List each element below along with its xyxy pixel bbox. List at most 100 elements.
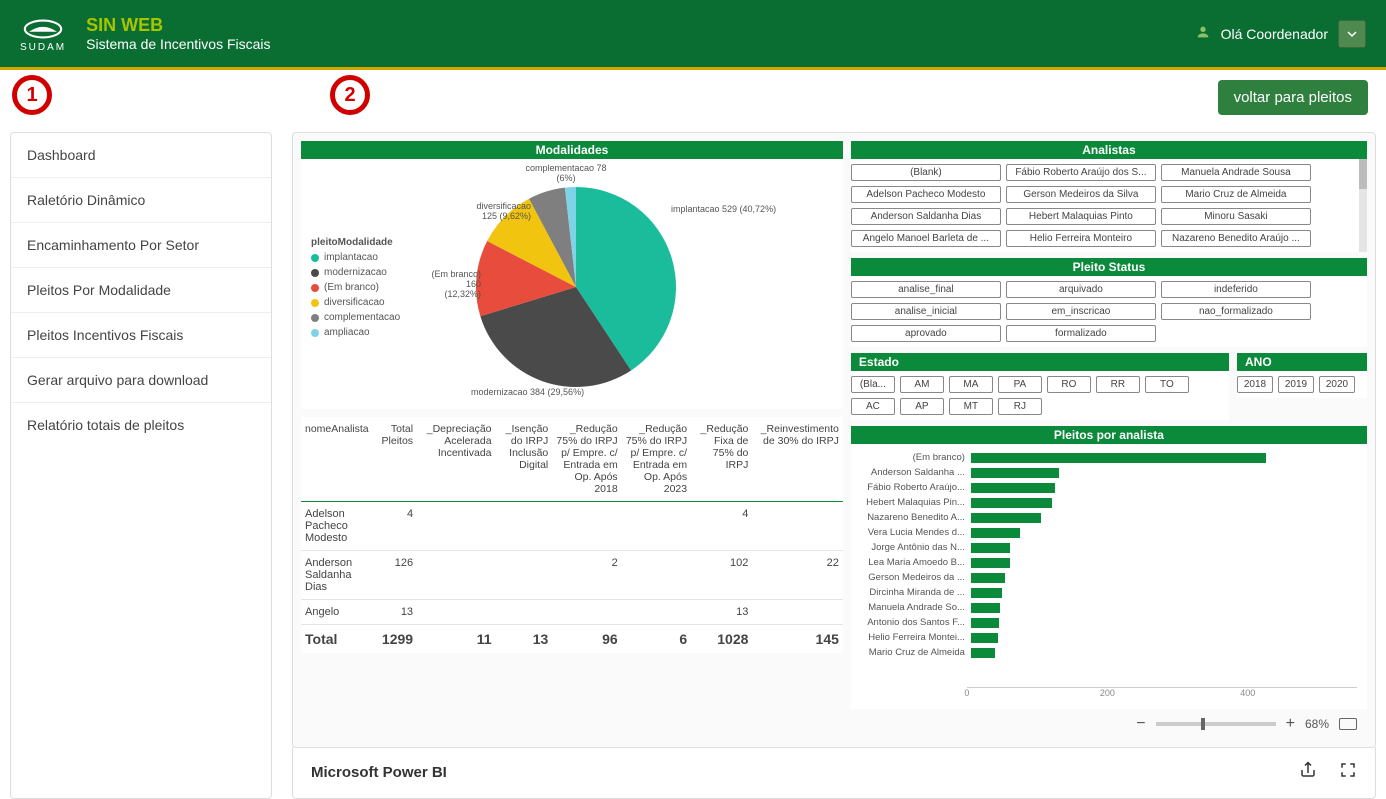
- bar-label: Helio Ferreira Montei...: [861, 632, 971, 643]
- estado-header: Estado: [851, 353, 1229, 371]
- bar-row[interactable]: Vera Lucia Mendes d...: [861, 525, 1357, 540]
- pie-chart[interactable]: pleitoModalidade implantacaomodernizacao…: [301, 159, 843, 409]
- bar-fill: [971, 513, 1041, 523]
- bar-row[interactable]: Manuela Andrade So...: [861, 600, 1357, 615]
- filter-pill[interactable]: arquivado: [1006, 281, 1156, 298]
- table-header[interactable]: _Depreciação Acelerada Incentivada: [417, 417, 495, 502]
- bar-row[interactable]: Antonio dos Santos F...: [861, 615, 1357, 630]
- filter-pill[interactable]: (Blank): [851, 164, 1001, 181]
- table-header[interactable]: nomeAnalista: [301, 417, 376, 502]
- sidebar-item-6[interactable]: Relatório totais de pleitos: [11, 403, 271, 447]
- filter-pill[interactable]: Helio Ferreira Monteiro: [1006, 230, 1156, 247]
- filter-pill[interactable]: formalizado: [1006, 325, 1156, 342]
- bar-row[interactable]: Fábio Roberto Araújo...: [861, 480, 1357, 495]
- filter-pill[interactable]: AM: [900, 376, 944, 393]
- sidebar-item-3[interactable]: Pleitos Por Modalidade: [11, 268, 271, 313]
- filter-pill[interactable]: Hebert Malaquias Pinto: [1006, 208, 1156, 225]
- analistas-scrollbar[interactable]: [1359, 159, 1367, 252]
- filter-pill[interactable]: Gerson Medeiros da Silva: [1006, 186, 1156, 203]
- table-cell: [417, 551, 495, 600]
- filter-pill[interactable]: Mario Cruz de Almeida: [1161, 186, 1311, 203]
- bar-row[interactable]: Hebert Malaquias Pin...: [861, 495, 1357, 510]
- app-header: SUDAM SIN WEB Sistema de Incentivos Fisc…: [0, 0, 1386, 70]
- table-header[interactable]: _Redução 75% do IRPJ p/ Empre. c/ Entrad…: [622, 417, 691, 502]
- filter-pill[interactable]: Manuela Andrade Sousa: [1161, 164, 1311, 181]
- zoom-out[interactable]: −: [1136, 715, 1145, 733]
- bar-row[interactable]: Gerson Medeiros da ...: [861, 570, 1357, 585]
- filter-pill[interactable]: nao_formalizado: [1161, 303, 1311, 320]
- filter-pill[interactable]: PA: [998, 376, 1042, 393]
- sidebar-item-5[interactable]: Gerar arquivo para download: [11, 358, 271, 403]
- table-cell: [622, 551, 691, 600]
- table-cell: [752, 502, 843, 551]
- user-dropdown[interactable]: [1338, 20, 1366, 48]
- share-icon[interactable]: [1299, 761, 1317, 784]
- legend-label: ampliacao: [324, 327, 370, 338]
- filter-pill[interactable]: aprovado: [851, 325, 1001, 342]
- legend-dot-icon: [311, 299, 319, 307]
- dashboard-panel: Modalidades pleitoModalidade implantacao…: [292, 132, 1376, 748]
- table-cell: Adelson Pacheco Modesto: [301, 502, 376, 551]
- sidebar-item-1[interactable]: Raletório Dinâmico: [11, 178, 271, 223]
- legend-item: ampliacao: [311, 327, 400, 338]
- bar-row[interactable]: Anderson Saldanha ...: [861, 465, 1357, 480]
- bar-row[interactable]: (Em branco): [861, 450, 1357, 465]
- filter-pill[interactable]: Nazareno Benedito Araújo ...: [1161, 230, 1311, 247]
- fit-to-page-icon[interactable]: [1339, 718, 1357, 730]
- legend-item: modernizacao: [311, 267, 400, 278]
- bar-fill: [971, 483, 1055, 493]
- filter-pill[interactable]: TO: [1145, 376, 1189, 393]
- pie-label-diversificacao: diversificacao 125 (9,62%): [461, 201, 531, 221]
- filter-pill[interactable]: em_inscricao: [1006, 303, 1156, 320]
- bar-row[interactable]: Mario Cruz de Almeida: [861, 645, 1357, 660]
- filter-pill[interactable]: Adelson Pacheco Modesto: [851, 186, 1001, 203]
- analyst-table[interactable]: nomeAnalistaTotal Pleitos_Depreciação Ac…: [301, 417, 843, 653]
- tick-0: 0: [964, 688, 969, 698]
- filter-pill[interactable]: Angelo Manoel Barleta de ...: [851, 230, 1001, 247]
- filter-pill[interactable]: RO: [1047, 376, 1091, 393]
- fullscreen-icon[interactable]: [1339, 761, 1357, 784]
- table-header[interactable]: _Isenção do IRPJ Inclusão Digital: [496, 417, 553, 502]
- bar-row[interactable]: Dircinha Miranda de ...: [861, 585, 1357, 600]
- filter-pill[interactable]: MT: [949, 398, 993, 415]
- filter-pill[interactable]: Anderson Saldanha Dias: [851, 208, 1001, 225]
- ano-header: ANO: [1237, 353, 1367, 371]
- filter-pill[interactable]: RJ: [998, 398, 1042, 415]
- filter-pill[interactable]: MA: [949, 376, 993, 393]
- filter-pill[interactable]: 2018: [1237, 376, 1273, 393]
- bar-label: Jorge Antônio das N...: [861, 542, 971, 553]
- bar-fill: [971, 588, 1003, 598]
- bar-row[interactable]: Jorge Antônio das N...: [861, 540, 1357, 555]
- table-header[interactable]: _Reinvestimento de 30% do IRPJ: [752, 417, 843, 502]
- filter-pill[interactable]: Minoru Sasaki: [1161, 208, 1311, 225]
- bar-row[interactable]: Nazareno Benedito A...: [861, 510, 1357, 525]
- filter-pill[interactable]: 2020: [1319, 376, 1355, 393]
- filter-pill[interactable]: RR: [1096, 376, 1140, 393]
- filter-pill[interactable]: analise_inicial: [851, 303, 1001, 320]
- back-button[interactable]: voltar para pleitos: [1218, 80, 1368, 115]
- table-header[interactable]: _Redução Fixa de 75% do IRPJ: [691, 417, 752, 502]
- pie-label-complementacao: complementacao 78 (6%): [521, 163, 611, 183]
- bar-fill: [971, 603, 1000, 613]
- filter-pill[interactable]: indeferido: [1161, 281, 1311, 298]
- sidebar-item-0[interactable]: Dashboard: [11, 133, 271, 178]
- filter-pill[interactable]: AP: [900, 398, 944, 415]
- bar-label: Hebert Malaquias Pin...: [861, 497, 971, 508]
- legend-label: (Em branco): [324, 282, 379, 293]
- filter-pill[interactable]: Fábio Roberto Araújo dos S...: [1006, 164, 1156, 181]
- filter-pill[interactable]: 2019: [1278, 376, 1314, 393]
- filter-pill[interactable]: (Bla...: [851, 376, 895, 393]
- bar-chart[interactable]: (Em branco)Anderson Saldanha ...Fábio Ro…: [851, 444, 1367, 709]
- zoom-bar: − + 68%: [301, 709, 1367, 739]
- sidebar-item-2[interactable]: Encaminhamento Por Setor: [11, 223, 271, 268]
- sidebar-item-4[interactable]: Pleitos Incentivos Fiscais: [11, 313, 271, 358]
- bar-row[interactable]: Lea Maria Amoedo B...: [861, 555, 1357, 570]
- zoom-slider[interactable]: [1156, 722, 1276, 726]
- user-area: Olá Coordenador: [1195, 20, 1366, 48]
- filter-pill[interactable]: AC: [851, 398, 895, 415]
- filter-pill[interactable]: analise_final: [851, 281, 1001, 298]
- table-header[interactable]: _Redução 75% do IRPJ p/ Empre. c/ Entrad…: [552, 417, 621, 502]
- bar-row[interactable]: Helio Ferreira Montei...: [861, 630, 1357, 645]
- zoom-in[interactable]: +: [1286, 715, 1295, 733]
- table-header[interactable]: Total Pleitos: [376, 417, 417, 502]
